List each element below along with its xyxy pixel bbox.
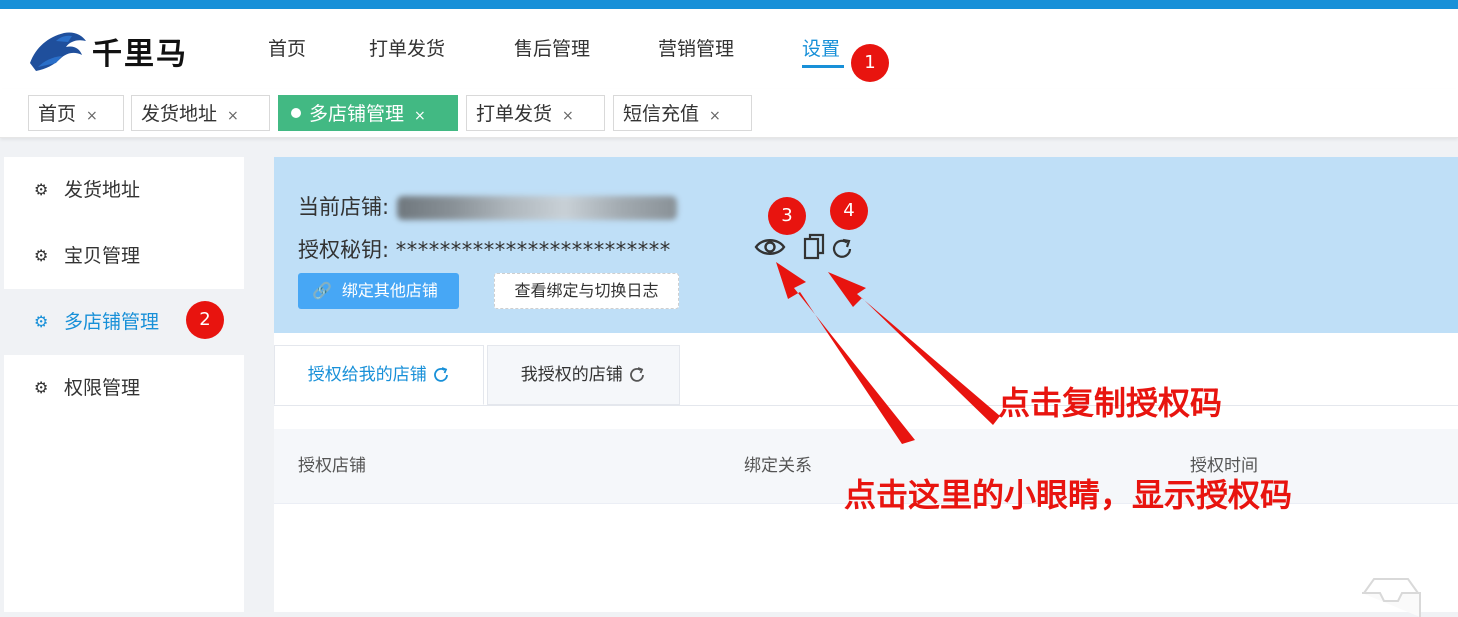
annotation-copy-note: 点击复制授权码 (998, 384, 1223, 422)
annotation-eye-note: 点击这里的小眼睛，显示授权码 (844, 476, 1293, 514)
arrow-to-copy-icon (828, 272, 1000, 425)
annotation-arrows (776, 262, 1000, 444)
